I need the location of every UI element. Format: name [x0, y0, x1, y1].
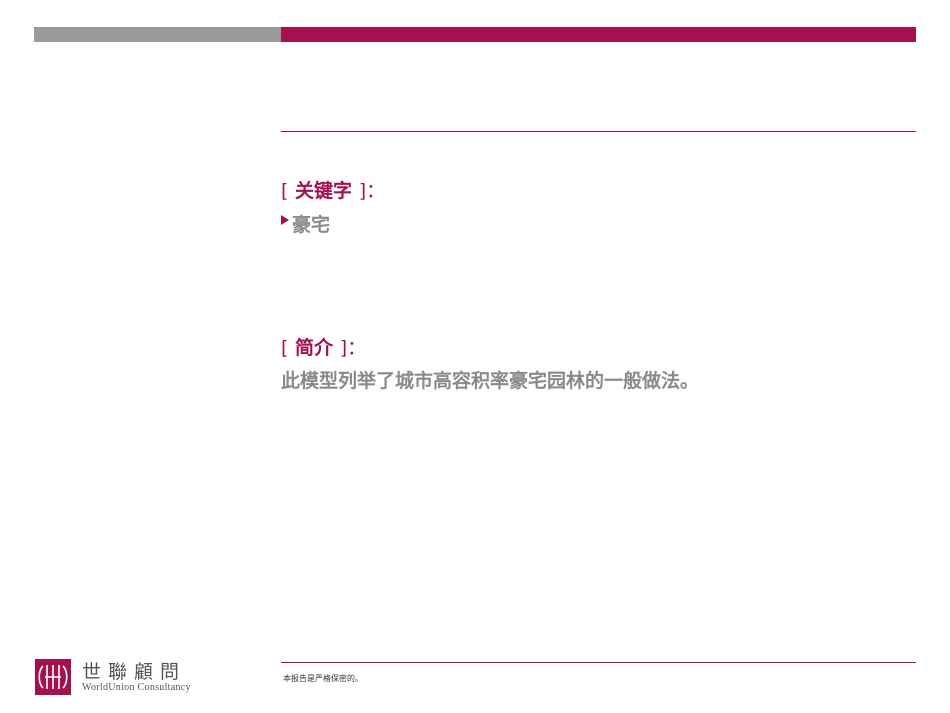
- bottom-divider: [281, 662, 916, 663]
- header-bar-gray: [34, 27, 281, 42]
- keywords-title: 关键字: [295, 180, 353, 202]
- header-bar-accent: [281, 27, 916, 42]
- intro-open-bracket: [: [281, 337, 289, 359]
- triangle-bullet-icon: [281, 215, 289, 225]
- keywords-heading: [ 关键字 ]：: [281, 180, 385, 202]
- keywords-open-bracket: [: [281, 180, 289, 202]
- top-divider: [281, 131, 916, 132]
- intro-close-bracket: ]：: [339, 337, 367, 359]
- worldunion-logo-icon: [35, 659, 71, 695]
- logo-chinese-name: 世聯顧問: [82, 661, 187, 683]
- intro-heading: [ 简介 ]：: [281, 337, 366, 359]
- intro-title: 简介: [295, 337, 334, 359]
- keywords-close-bracket: ]：: [358, 180, 386, 202]
- keyword-item: 豪宅: [281, 212, 331, 236]
- intro-text: 此模型列举了城市高容积率豪宅园林的一般做法。: [281, 370, 700, 392]
- confidential-notice: 本报告是严格保密的。: [283, 674, 363, 683]
- logo-english-name: WorldUnion Consultancy: [82, 682, 191, 693]
- keyword-text: 豪宅: [292, 213, 331, 236]
